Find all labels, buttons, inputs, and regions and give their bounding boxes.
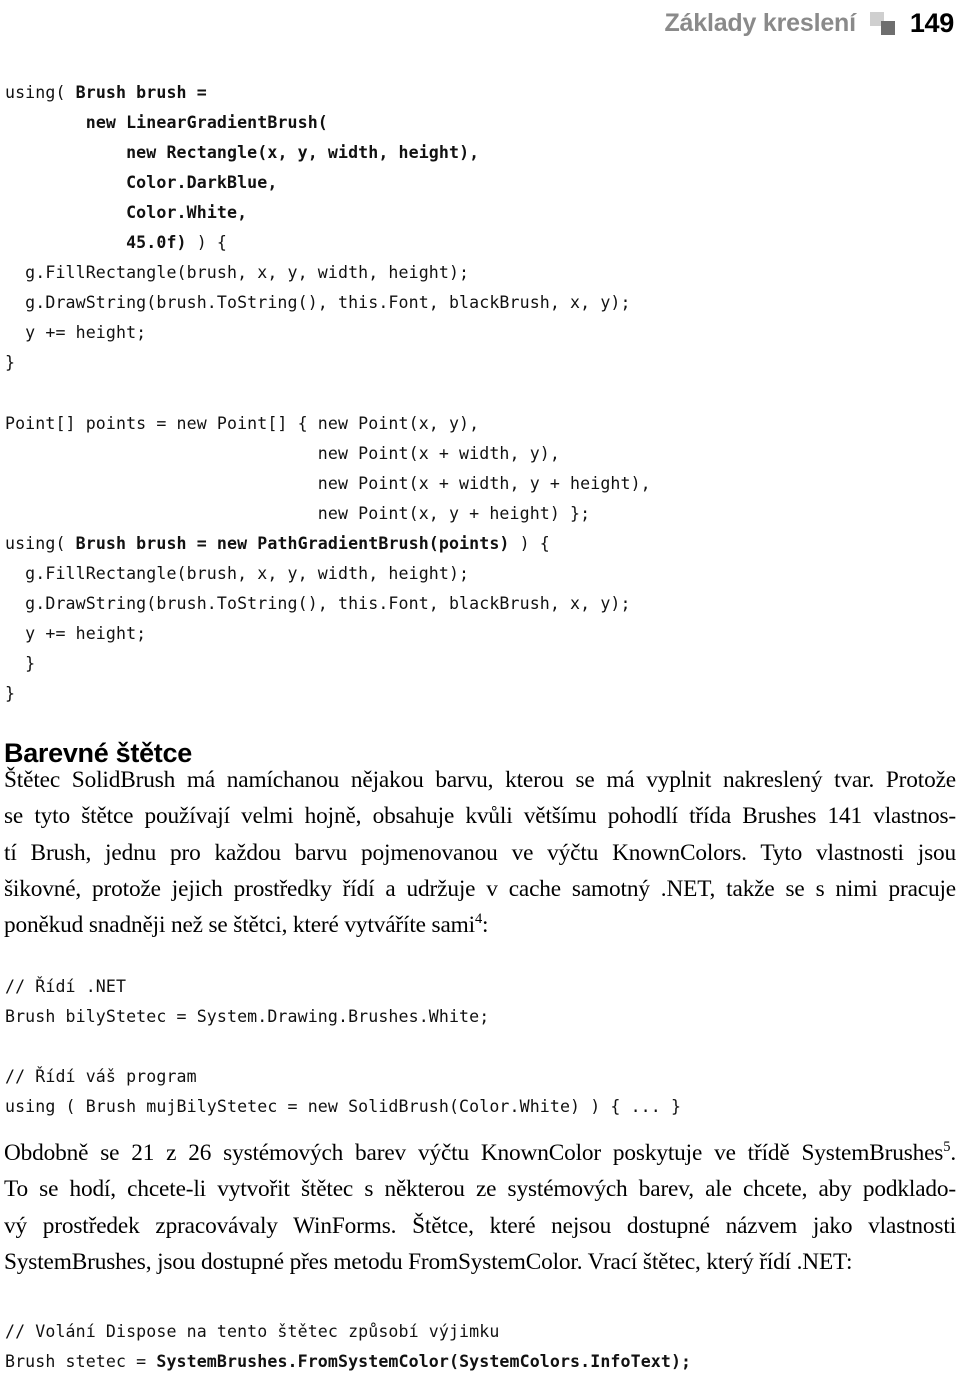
code-block-gradient-brushes: using( Brush brush = new LinearGradientB… (5, 82, 651, 704)
footnote-marker: 5 (943, 1139, 951, 1156)
paragraph-systembrushes: Obdobně se 21 z 26 systémových barev výč… (4, 1135, 956, 1280)
page-running-header: Základy kreslení 149 (0, 0, 960, 46)
header-squares-ornament (869, 10, 900, 36)
paragraph-line: Obdobně se 21 z 26 systémových barev výč… (4, 1139, 956, 1166)
code-block-fromsystemcolor: // Volání Dispose na tento štětec způsob… (5, 1321, 692, 1371)
paragraph-line: To se hodí, chcete-li vytvořit štětec s … (4, 1176, 956, 1203)
dark-square-icon (880, 21, 895, 35)
paragraph-line: tí Brush, jednu pro každou barvu pojmeno… (4, 839, 956, 866)
paragraph-line: Štětec SolidBrush má namíchanou nějakou … (4, 767, 956, 793)
paragraph-line: se tyto štětce používají velmi hojně, ob… (4, 803, 956, 830)
page-title: Základy kreslení (664, 8, 856, 37)
paragraph-line: šikovné, protože jejich prostředky řídí … (4, 875, 956, 902)
code-block-named-brushes: // Řídí .NET Brush bilyStetec = System.D… (5, 976, 682, 1116)
paragraph-solidbrush: Štětec SolidBrush má namíchanou nějakou … (4, 762, 956, 943)
paragraph-line: vý prostředek zpracovávaly WinForms. Ště… (4, 1212, 956, 1239)
paragraph-line: poněkud snadněji než se štětci, které vy… (4, 911, 489, 939)
footnote-marker: 4 (474, 911, 483, 928)
page-number: 149 (909, 7, 954, 38)
paragraph-line: SystemBrushes, jsou dostupné přes metodu… (4, 1248, 853, 1275)
